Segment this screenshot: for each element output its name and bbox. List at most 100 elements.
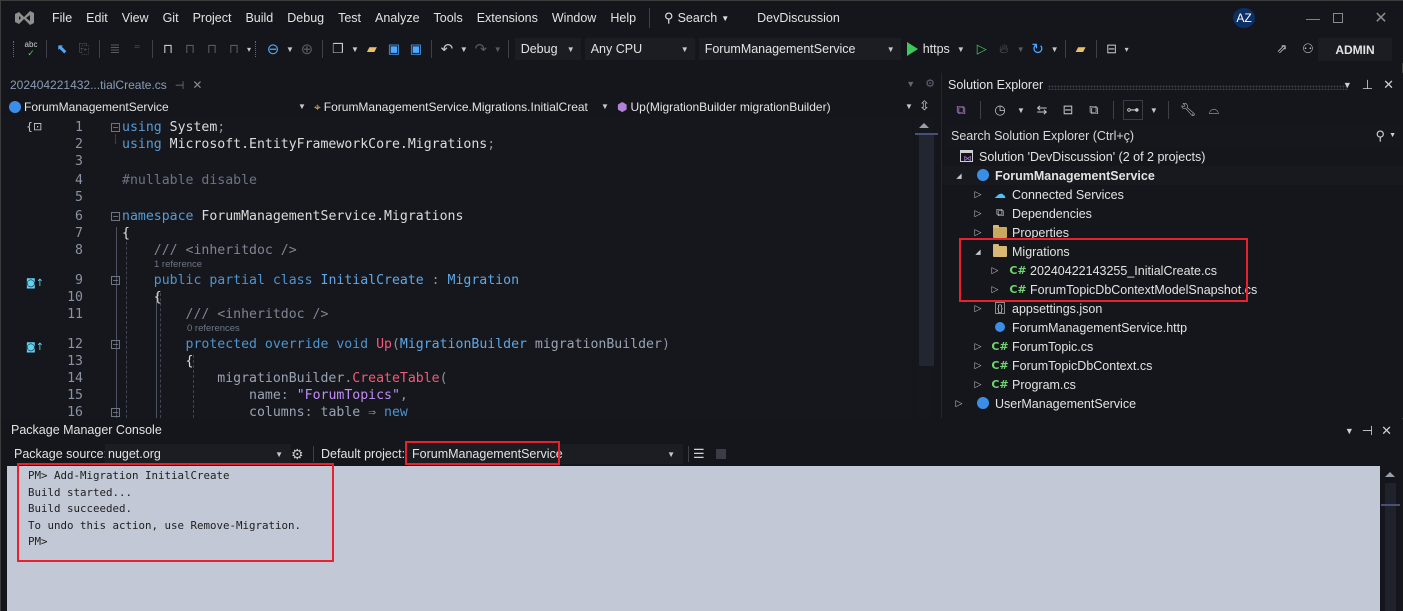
redo-icon[interactable]: ↷	[471, 39, 491, 59]
new-project-icon[interactable]: ❒	[328, 39, 348, 59]
new-project-dropdown-icon[interactable]: ▼	[351, 45, 359, 54]
type-nav-dropdown[interactable]: ⌖ ForumManagementService.Migrations.Init…	[314, 97, 588, 117]
bookmark-icon[interactable]: ⊓	[158, 39, 178, 59]
code-line[interactable]: 9− ◙↑ public partial class InitialCreate …	[1, 272, 911, 289]
toolbar-grip[interactable]	[255, 41, 258, 57]
tree-item[interactable]: ▷ UserManagementService	[942, 394, 1403, 413]
redo-dropdown-icon[interactable]: ▼	[494, 45, 502, 54]
code-line[interactable]: 10 {	[1, 289, 911, 306]
expanded-arrow-icon[interactable]: ◢	[954, 172, 964, 180]
project-nav-dropdown[interactable]: ForumManagementService	[9, 97, 169, 117]
fold-toggle-icon[interactable]: −	[111, 276, 120, 285]
menu-edit[interactable]: Edit	[79, 1, 115, 35]
navigate-forward-icon[interactable]: ⊕	[297, 39, 317, 59]
menu-git[interactable]: Git	[156, 1, 186, 35]
editor-vertical-scrollbar[interactable]	[915, 117, 938, 418]
menu-help[interactable]: Help	[603, 1, 643, 35]
code-line[interactable]: 8 /// <inheritdoc />	[1, 242, 911, 259]
collapsed-arrow-icon[interactable]: ▷	[990, 284, 1000, 295]
start-debugging-button[interactable]: https ▼	[906, 42, 967, 56]
hot-reload-icon[interactable]: 🔥︎	[994, 39, 1014, 59]
uncomment-lines-icon[interactable]: ⁼	[127, 39, 147, 59]
scroll-up-arrow-icon[interactable]	[1385, 472, 1395, 477]
menu-test[interactable]: Test	[331, 1, 368, 35]
maximize-button[interactable]	[1315, 1, 1361, 35]
browse-folder-icon[interactable]: ▰	[1071, 39, 1091, 59]
admin-button[interactable]: ADMIN	[1318, 38, 1392, 61]
toolbar-overflow-icon[interactable]: ▾	[247, 45, 251, 54]
tree-item[interactable]: ▷ C# ForumTopicDbContext.cs	[942, 356, 1403, 375]
preview-selected-items-icon[interactable]: ⌓	[1204, 100, 1224, 120]
restart-dropdown-icon[interactable]: ▼	[1051, 45, 1059, 54]
package-source-dropdown[interactable]: nuget.org ▼	[105, 444, 291, 464]
code-line[interactable]: 14 migrationBuilder.CreateTable(	[1, 370, 911, 387]
window-layout-icon[interactable]: ⊟	[1102, 39, 1122, 59]
previous-bookmark-icon[interactable]: ⊓	[180, 39, 200, 59]
solution-explorer-search-input[interactable]: Search Solution Explorer (Ctrl+ç) ⚲ ▼	[946, 125, 1401, 147]
code-line[interactable]: 12− ◙↑ protected override void Up(Migrati…	[1, 336, 911, 353]
tree-item[interactable]: ▷ ☁ Connected Services	[942, 185, 1403, 204]
code-line[interactable]: 11 /// <inheritdoc />	[1, 306, 911, 323]
view-class-diagram-icon[interactable]: ⊶	[1122, 100, 1143, 120]
next-bookmark-icon[interactable]: ⊓	[202, 39, 222, 59]
toolbar-overflow-icon[interactable]: ▾	[1125, 45, 1129, 54]
clear-bookmarks-icon[interactable]: ⊓	[224, 39, 244, 59]
properties-wrench-icon[interactable]: 🔧︎	[1178, 100, 1198, 120]
restart-icon[interactable]: ↻	[1028, 39, 1048, 59]
fold-toggle-icon[interactable]: −	[111, 212, 120, 221]
codelens-references[interactable]: 0 references	[187, 323, 240, 334]
close-window-button[interactable]: ✕	[1358, 1, 1403, 35]
pin-icon[interactable]: ⊥	[1362, 77, 1373, 93]
tree-item[interactable]: ▷ C# ForumTopic.cs	[942, 337, 1403, 356]
format-document-icon[interactable]: ⎘	[74, 39, 94, 59]
collapsed-arrow-icon[interactable]: ▷	[973, 303, 983, 314]
menu-debug[interactable]: Debug	[280, 1, 331, 35]
code-line[interactable]: 2 using Microsoft.EntityFrameworkCore.Mig…	[1, 136, 911, 153]
menu-view[interactable]: View	[115, 1, 156, 35]
collapsed-arrow-icon[interactable]: ▷	[973, 189, 983, 200]
default-project-dropdown[interactable]: ForumManagementService ▼	[406, 444, 683, 464]
comment-lines-icon[interactable]: ≣	[105, 39, 125, 59]
save-all-icon[interactable]: ▣	[406, 39, 426, 59]
scrollbar-track[interactable]	[919, 135, 934, 366]
settings-gear-icon[interactable]: ⚙	[925, 77, 935, 90]
switch-views-icon[interactable]: ⧉	[951, 100, 971, 120]
scroll-up-arrow-icon[interactable]	[919, 123, 929, 128]
feedback-icon[interactable]: ⚇	[1298, 39, 1318, 59]
code-line[interactable]: 16 − columns: table ⇒ new	[1, 404, 911, 418]
collapsed-arrow-icon[interactable]: ▷	[990, 265, 1000, 276]
undo-icon[interactable]: ↶	[437, 39, 457, 59]
tree-item[interactable]: ◢ ForumManagementService	[942, 166, 1403, 185]
pin-tab-icon[interactable]: ⊣	[175, 79, 185, 92]
chevron-down-icon[interactable]: ▼	[298, 102, 306, 111]
collapsed-arrow-icon[interactable]: ▷	[954, 398, 964, 409]
pin-icon[interactable]: ⊣	[1362, 423, 1373, 439]
navigate-back-dropdown-icon[interactable]: ▼	[286, 45, 294, 54]
member-nav-dropdown[interactable]: ⬢ Up(MigrationBuilder migrationBuilder)	[617, 97, 831, 117]
menu-window[interactable]: Window	[545, 1, 603, 35]
chevron-down-icon[interactable]: ▼	[1150, 106, 1158, 115]
toolbar-grip[interactable]	[13, 41, 16, 57]
save-icon[interactable]: ▣	[384, 39, 404, 59]
show-all-files-icon[interactable]: ⧉	[1084, 100, 1104, 120]
chevron-down-icon[interactable]: ▼	[1389, 132, 1396, 139]
window-position-dropdown-icon[interactable]: ▼	[1343, 80, 1352, 93]
split-editor-icon[interactable]: ⇳	[919, 98, 930, 114]
close-tab-icon[interactable]: ✕	[192, 78, 202, 92]
close-icon[interactable]: ✕	[1383, 77, 1394, 93]
menu-build[interactable]: Build	[238, 1, 280, 35]
live-share-icon[interactable]: ⇗	[1272, 39, 1292, 59]
code-line[interactable]: 6 − namespace ForumManagementService.Migra…	[1, 208, 911, 225]
solution-platform-dropdown[interactable]: Any CPU ▼	[584, 38, 695, 60]
tree-item-solution[interactable]: ⋈ Solution 'DevDiscussion' (2 of 2 proje…	[942, 147, 1403, 166]
tree-item[interactable]: ◢ Migrations	[942, 242, 1403, 261]
menu-file[interactable]: File	[45, 1, 79, 35]
collapsed-arrow-icon[interactable]: ▷	[973, 360, 983, 371]
console-vertical-scrollbar[interactable]	[1381, 466, 1400, 611]
document-tab[interactable]: 202404221432...tialCreate.cs ⊣ ✕	[1, 73, 202, 97]
start-without-debugging-icon[interactable]: ▷	[972, 39, 992, 59]
close-icon[interactable]: ✕	[1381, 423, 1392, 439]
package-sources-settings-gear-icon[interactable]: ⚙	[291, 446, 304, 463]
code-line[interactable]: 13 {	[1, 353, 911, 370]
sync-with-active-document-icon[interactable]: ⇆	[1032, 100, 1052, 120]
